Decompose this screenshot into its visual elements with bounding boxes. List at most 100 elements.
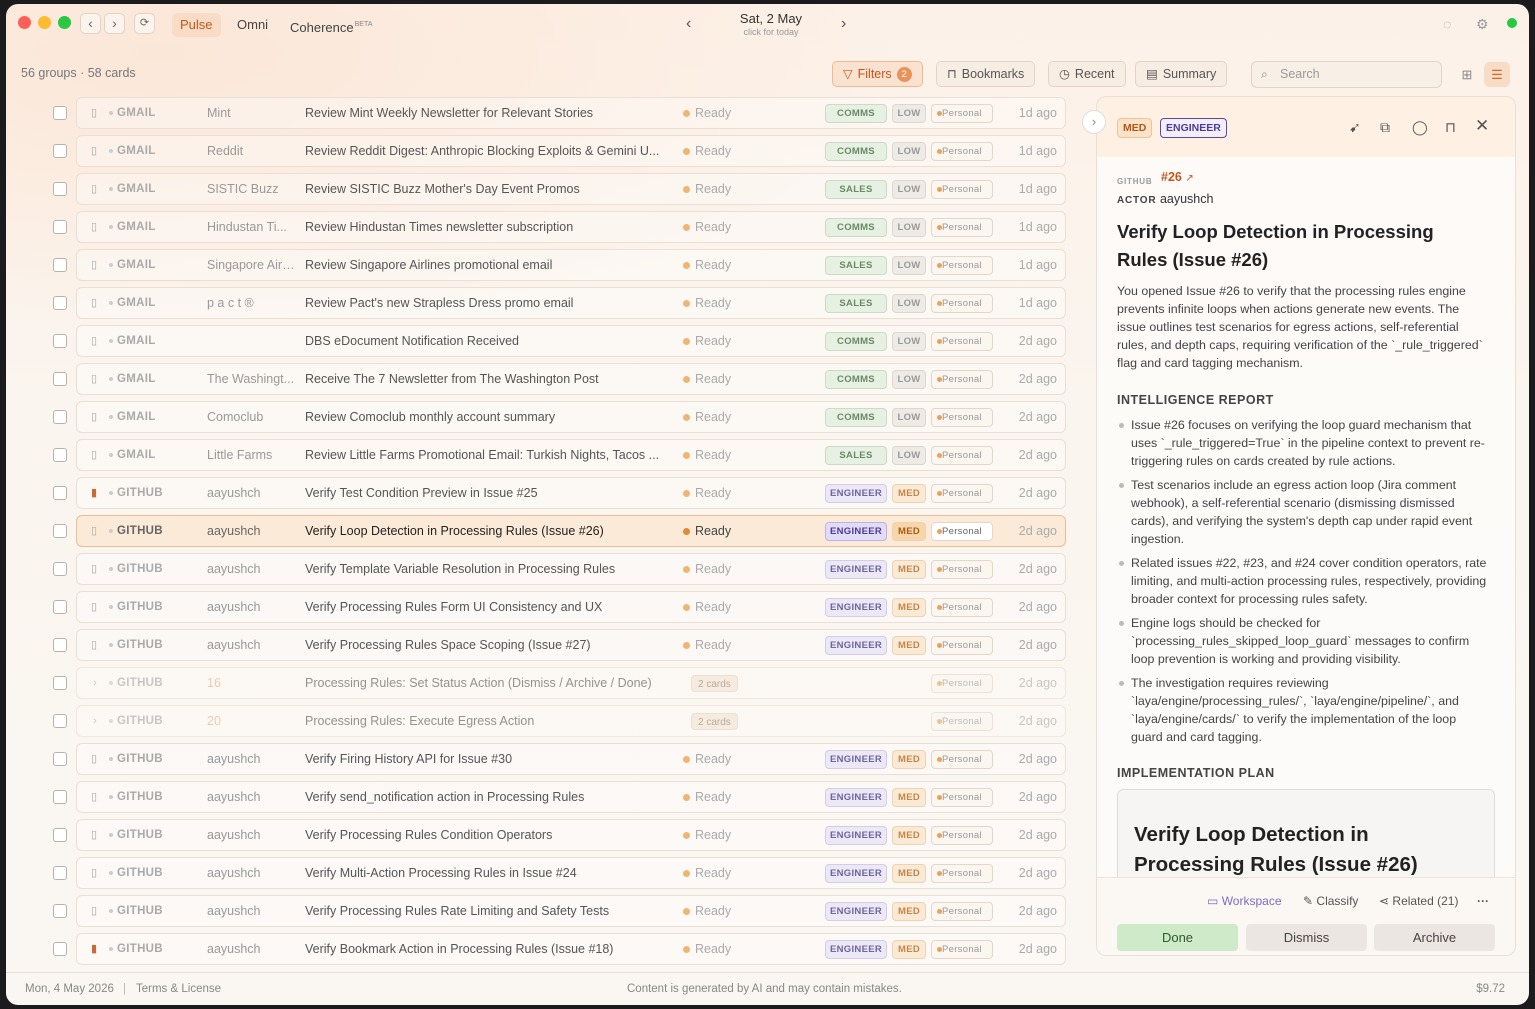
bookmark-icon[interactable]: ▯ xyxy=(91,212,105,242)
row-checkbox[interactable] xyxy=(53,182,67,196)
row-checkbox[interactable] xyxy=(53,714,67,728)
bookmark-icon[interactable]: ▯ xyxy=(91,174,105,204)
table-row[interactable]: ▯ GITHUB aayushch Verify Multi-Action Proce… xyxy=(76,857,1066,889)
table-row[interactable]: ▯ GITHUB aayushch Verify Processing Rules C… xyxy=(76,819,1066,851)
grid-view-icon[interactable]: ⊞ xyxy=(1454,62,1480,87)
row-checkbox[interactable] xyxy=(53,790,67,804)
minimize-window-button[interactable] xyxy=(38,16,51,29)
bookmark-icon[interactable]: ▯ xyxy=(91,402,105,432)
expand-chevron-icon[interactable]: › xyxy=(93,668,97,698)
chat-icon[interactable]: ◌ xyxy=(1443,16,1451,32)
bookmarks-button[interactable]: ⊓ Bookmarks xyxy=(936,61,1036,87)
row-checkbox[interactable] xyxy=(53,410,67,424)
gear-icon[interactable]: ⚙ xyxy=(1476,16,1489,33)
bookmark-icon[interactable]: ▯ xyxy=(91,896,105,926)
bookmark-icon[interactable]: ▯ xyxy=(91,858,105,888)
refresh-icon[interactable]: ⟳ xyxy=(134,13,155,34)
table-row[interactable]: ▯ GMAIL Little Farms Review Little Farms Pr… xyxy=(76,439,1066,471)
bookmark-icon[interactable]: ▮ xyxy=(91,478,105,508)
table-row[interactable]: ▯ GMAIL The Washingt... Receive The 7 Newsl… xyxy=(76,363,1066,395)
list-view-icon[interactable]: ☰ xyxy=(1484,62,1510,87)
bookmark-icon[interactable]: ▯ xyxy=(91,630,105,660)
row-checkbox[interactable] xyxy=(53,942,67,956)
copy-icon[interactable]: ⧉ xyxy=(1380,119,1390,136)
classify-link[interactable]: ✎ Classify xyxy=(1303,894,1358,908)
close-window-button[interactable] xyxy=(18,16,31,29)
table-row[interactable]: ▯ GITHUB aayushch Verify Firing History API… xyxy=(76,743,1066,775)
dismiss-button[interactable]: Dismiss xyxy=(1246,924,1367,951)
filters-button[interactable]: ▽ Filters 2 xyxy=(832,61,923,87)
cursor-icon[interactable]: ➹ xyxy=(1349,119,1361,136)
table-row[interactable]: ▯ GMAIL Comoclub Review Comoclub monthly ac… xyxy=(76,401,1066,433)
issue-link[interactable]: #26 ↗ xyxy=(1161,169,1194,184)
expand-chevron-icon[interactable]: › xyxy=(93,706,97,736)
bookmark-icon[interactable]: ▯ xyxy=(91,554,105,584)
bookmark-icon[interactable]: ▯ xyxy=(91,364,105,394)
bookmark-icon[interactable]: ▯ xyxy=(91,592,105,622)
bookmark-icon[interactable]: ▯ xyxy=(91,516,105,546)
row-checkbox[interactable] xyxy=(53,676,67,690)
archive-button[interactable]: Archive xyxy=(1374,924,1495,951)
bookmark-icon[interactable]: ▮ xyxy=(91,934,105,964)
row-checkbox[interactable] xyxy=(53,524,67,538)
tab-pulse[interactable]: Pulse xyxy=(172,13,221,37)
date-picker[interactable]: Sat, 2 May click for today xyxy=(696,11,846,37)
row-checkbox[interactable] xyxy=(53,638,67,652)
group-row[interactable]: › GITHUB 20 Processing Rules: Execute Egres… xyxy=(76,705,1066,737)
table-row[interactable]: ▯ GMAIL Mint Review Mint Weekly Newsletter … xyxy=(76,97,1066,129)
bookmark-icon[interactable]: ▯ xyxy=(91,440,105,470)
zoom-window-button[interactable] xyxy=(58,16,71,29)
summary-button[interactable]: ▤ Summary xyxy=(1135,61,1228,87)
table-row[interactable]: ▮ GITHUB aayushch Verify Test Condition Pre… xyxy=(76,477,1066,509)
row-checkbox[interactable] xyxy=(53,372,67,386)
done-button[interactable]: Done xyxy=(1117,924,1238,951)
tab-coherence[interactable]: CoherenceBETA xyxy=(282,13,380,37)
search-input[interactable]: ⌕ Search xyxy=(1251,61,1442,88)
table-row[interactable]: ▯ GMAIL p a c t ® Review Pact's new Straple… xyxy=(76,287,1066,319)
row-checkbox[interactable] xyxy=(53,904,67,918)
back-icon[interactable]: ‹ xyxy=(80,13,101,34)
table-row[interactable]: ▯ GITHUB aayushch Verify send_notification … xyxy=(76,781,1066,813)
table-row[interactable]: ▯ GMAIL Reddit Review Reddit Digest: Anthro… xyxy=(76,135,1066,167)
table-row[interactable]: ▯ GMAIL Hindustan Ti... Review Hindustan Ti… xyxy=(76,211,1066,243)
bookmark-icon[interactable]: ▯ xyxy=(91,782,105,812)
workspace-link[interactable]: ▭ Workspace xyxy=(1207,894,1282,908)
row-checkbox[interactable] xyxy=(53,486,67,500)
bookmark-toggle-icon[interactable]: ⊓ xyxy=(1445,119,1456,136)
tab-omni[interactable]: Omni xyxy=(229,13,276,37)
bookmark-icon[interactable]: ▯ xyxy=(91,820,105,850)
bookmark-icon[interactable]: ▯ xyxy=(91,136,105,166)
prev-day-icon[interactable]: ‹ xyxy=(686,15,691,33)
row-checkbox[interactable] xyxy=(53,334,67,348)
row-checkbox[interactable] xyxy=(53,296,67,310)
row-checkbox[interactable] xyxy=(53,258,67,272)
related-link[interactable]: ⋖ Related (21) xyxy=(1379,894,1458,908)
close-icon[interactable]: ✕ xyxy=(1475,116,1489,136)
table-row[interactable]: ▮ GITHUB aayushch Verify Bookmark Action in… xyxy=(76,933,1066,965)
table-row[interactable]: ▯ GITHUB aayushch Verify Processing Rules R… xyxy=(76,895,1066,927)
row-checkbox[interactable] xyxy=(53,106,67,120)
row-checkbox[interactable] xyxy=(53,752,67,766)
row-checkbox[interactable] xyxy=(53,828,67,842)
table-row[interactable]: ▯ GMAIL DBS eDocument Notification Receive… xyxy=(76,325,1066,357)
table-row[interactable]: ▯ GMAIL Singapore Airl... Review Singapore … xyxy=(76,249,1066,281)
more-icon[interactable]: ··· xyxy=(1477,894,1489,908)
row-checkbox[interactable] xyxy=(53,448,67,462)
row-checkbox[interactable] xyxy=(53,866,67,880)
bookmark-icon[interactable]: ▯ xyxy=(91,288,105,318)
comment-icon[interactable]: ◯ xyxy=(1412,119,1428,136)
table-row[interactable]: ▯ GMAIL SISTIC Buzz Review SISTIC Buzz Moth… xyxy=(76,173,1066,205)
bookmark-icon[interactable]: ▯ xyxy=(91,98,105,128)
bookmark-icon[interactable]: ▯ xyxy=(91,326,105,356)
row-checkbox[interactable] xyxy=(53,144,67,158)
group-row[interactable]: › GITHUB 16 Processing Rules: Set Status Ac… xyxy=(76,667,1066,699)
table-row[interactable]: ▯ GITHUB aayushch Verify Template Variable … xyxy=(76,553,1066,585)
row-checkbox[interactable] xyxy=(53,220,67,234)
table-row[interactable]: ▯ GITHUB aayushch Verify Loop Detection in … xyxy=(76,515,1066,547)
bookmark-icon[interactable]: ▯ xyxy=(91,744,105,774)
bookmark-icon[interactable]: ▯ xyxy=(91,250,105,280)
terms-link[interactable]: Terms & License xyxy=(136,973,221,1005)
row-checkbox[interactable] xyxy=(53,562,67,576)
table-row[interactable]: ▯ GITHUB aayushch Verify Processing Rules S… xyxy=(76,629,1066,661)
forward-icon[interactable]: › xyxy=(104,13,125,34)
